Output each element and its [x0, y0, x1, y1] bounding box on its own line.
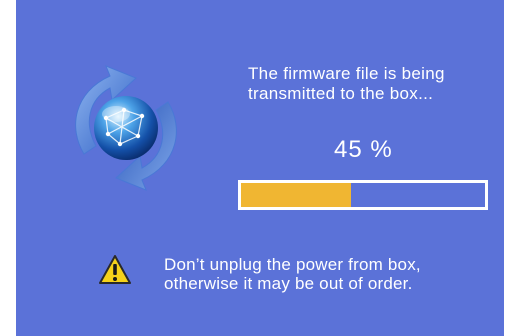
sync-globe-icon [75, 65, 177, 191]
progress-bar-fill [241, 183, 351, 207]
progress-percent-label: 45 % [334, 136, 393, 163]
status-message: The firmware file is being transmitted t… [248, 64, 445, 103]
firmware-update-dialog: The firmware file is being transmitted t… [16, 0, 504, 336]
progress-bar [238, 180, 488, 210]
warning-message: Don’t unplug the power from box, otherwi… [164, 255, 421, 293]
warning-icon [99, 255, 131, 284]
